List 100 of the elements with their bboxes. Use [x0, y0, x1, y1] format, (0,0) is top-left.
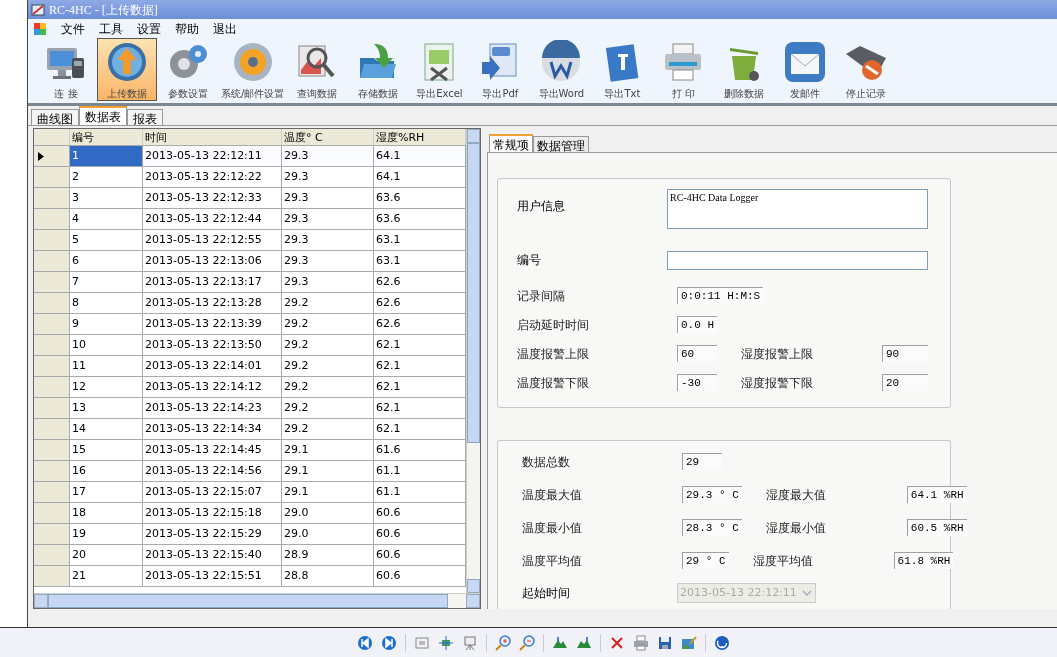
horizontal-scrollbar[interactable] [34, 593, 480, 608]
table-cell: 2013-05-13 22:12:55 [143, 230, 282, 250]
table-row[interactable]: 19 2013-05-13 22:15:29 29.0 60.6 [34, 524, 466, 545]
column-header[interactable]: 编号 [70, 129, 143, 145]
zoom-out-icon [519, 634, 535, 651]
field-label: 用户信息 [517, 198, 566, 215]
toolbar-button[interactable]: 停止记录 [836, 38, 897, 101]
readout-field: 29 [682, 453, 722, 470]
zoom-in-icon [495, 634, 511, 651]
table-cell: 2013-05-13 22:15:51 [143, 566, 282, 586]
table-row[interactable]: 15 2013-05-13 22:14:45 29.1 61.6 [34, 440, 466, 461]
menu-item[interactable]: 文件 [61, 20, 85, 38]
toolbar-button[interactable]: 发邮件 [775, 38, 836, 101]
table-row[interactable]: 8 2013-05-13 22:13:28 29.2 62.6 [34, 293, 466, 314]
toolbar-button[interactable] [657, 634, 673, 651]
table-cell: 29.2 [282, 293, 374, 313]
toolbar-button[interactable] [576, 634, 592, 651]
toolbar-button[interactable] [495, 634, 511, 651]
toolbar-button[interactable]: 导出Txt [592, 38, 653, 101]
table-row[interactable]: 2 2013-05-13 22:12:22 29.3 64.1 [34, 167, 466, 188]
app-icon [31, 2, 45, 17]
window-title: RC-4HC - [上传数据] [49, 1, 158, 19]
number-field[interactable] [667, 250, 928, 270]
table-cell: 28.8 [282, 566, 374, 586]
mountain-icon [576, 634, 592, 651]
field-label: 湿度报警下限 [741, 374, 814, 392]
toolbar-button[interactable] [681, 634, 697, 651]
readout-field: -30 [677, 374, 717, 391]
table-cell: 29.3 [282, 272, 374, 292]
tab[interactable]: 报表 [127, 109, 163, 125]
table-row[interactable]: 9 2013-05-13 22:13:39 29.2 62.6 [34, 314, 466, 335]
vertical-scrollbar[interactable] [466, 129, 480, 593]
column-header[interactable]: 时间 [143, 129, 282, 145]
table-cell: 3 [70, 188, 143, 208]
table-cell: 29.2 [282, 314, 374, 334]
table-cell: 29.2 [282, 419, 374, 439]
menu-item[interactable]: 工具 [99, 20, 123, 38]
toolbar-button[interactable]: 导出Pdf [470, 38, 531, 101]
row-header[interactable] [34, 146, 70, 166]
toolbar-button[interactable]: 查询数据 [287, 38, 348, 101]
table-cell: 2013-05-13 22:13:06 [143, 251, 282, 271]
field-label: 温度最小值 [522, 519, 583, 537]
toolbar-button[interactable]: 存储数据 [348, 38, 409, 101]
user-info-field[interactable]: RC-4HC Data Logger [667, 189, 928, 229]
menu-item[interactable]: 帮助 [175, 20, 199, 38]
toolbar-button[interactable] [381, 634, 397, 651]
table-cell: 2013-05-13 22:12:33 [143, 188, 282, 208]
toolbar-button[interactable]: 导出Word [531, 38, 592, 101]
skip-forward-icon [381, 634, 397, 651]
table-row[interactable]: 20 2013-05-13 22:15:40 28.9 60.6 [34, 545, 466, 566]
toolbar-button[interactable]: 删除数据 [714, 38, 775, 101]
table-row[interactable]: 1 2013-05-13 22:12:11 29.3 64.1 [34, 146, 466, 167]
toolbar-button[interactable]: 上传数据 [97, 38, 157, 101]
table-cell: 29.1 [282, 461, 374, 481]
toolbar-button[interactable] [357, 634, 373, 651]
table-row[interactable]: 17 2013-05-13 22:15:07 29.1 61.1 [34, 482, 466, 503]
table-cell: 2013-05-13 22:14:12 [143, 377, 282, 397]
menu-item[interactable]: 设置 [137, 20, 161, 38]
table-cell: 29.1 [282, 440, 374, 460]
toolbar-button[interactable] [609, 634, 625, 651]
table-row[interactable]: 10 2013-05-13 22:13:50 29.2 62.1 [34, 335, 466, 356]
menu-item[interactable]: 退出 [213, 20, 237, 38]
table-row[interactable]: 4 2013-05-13 22:12:44 29.3 63.6 [34, 209, 466, 230]
column-header[interactable]: 温度° C [282, 129, 374, 145]
table-row[interactable]: 18 2013-05-13 22:15:18 29.0 60.6 [34, 503, 466, 524]
table-cell: 2 [70, 167, 143, 187]
table-row[interactable]: 11 2013-05-13 22:14:01 29.2 62.1 [34, 356, 466, 377]
fit-frame-icon [414, 634, 430, 651]
tab[interactable]: 数据管理 [533, 136, 589, 152]
table-row[interactable]: 6 2013-05-13 22:13:06 29.3 63.1 [34, 251, 466, 272]
toolbar-button[interactable]: 连 接 [36, 38, 96, 101]
table-row[interactable]: 12 2013-05-13 22:14:12 29.2 62.1 [34, 377, 466, 398]
field-label: 湿度最小值 [765, 519, 827, 537]
table-cell: 29.2 [282, 398, 374, 418]
table-cell: 2013-05-13 22:13:50 [143, 335, 282, 355]
tab[interactable]: 曲线图 [31, 109, 79, 125]
table-row[interactable]: 16 2013-05-13 22:14:56 29.1 61.1 [34, 461, 466, 482]
toolbar-button[interactable] [519, 634, 535, 651]
table-row[interactable]: 5 2013-05-13 22:12:55 29.3 63.1 [34, 230, 466, 251]
field-label: 编号 [517, 252, 542, 269]
table-cell: 2013-05-13 22:13:28 [143, 293, 282, 313]
toolbar-button[interactable]: 打 印 [653, 38, 714, 101]
table-row[interactable]: 13 2013-05-13 22:14:23 29.2 62.1 [34, 398, 466, 419]
readout-field: 60 [677, 345, 717, 362]
table-row[interactable]: 3 2013-05-13 22:12:33 29.3 63.6 [34, 188, 466, 209]
table-row[interactable]: 7 2013-05-13 22:13:17 29.3 62.6 [34, 272, 466, 293]
toolbar-button[interactable] [633, 634, 649, 651]
toolbar-button[interactable] [462, 634, 478, 651]
toolbar-button[interactable]: 参数设置 [158, 38, 218, 101]
table-row[interactable]: 21 2013-05-13 22:15:51 28.8 60.6 [34, 566, 466, 587]
table-cell: 15 [70, 440, 143, 460]
toolbar-button[interactable]: 系统/邮件设置 [219, 38, 287, 101]
tab[interactable]: 常规项 [489, 134, 533, 152]
toolbar-button[interactable] [552, 634, 568, 651]
table-row[interactable]: 14 2013-05-13 22:14:34 29.2 62.1 [34, 419, 466, 440]
table-cell: 2013-05-13 22:15:40 [143, 545, 282, 565]
table-cell: 2013-05-13 22:14:45 [143, 440, 282, 460]
toolbar-button[interactable]: 导出Excel [409, 38, 470, 101]
tab[interactable]: 数据表 [79, 106, 127, 125]
toolbar-button[interactable] [438, 634, 454, 651]
